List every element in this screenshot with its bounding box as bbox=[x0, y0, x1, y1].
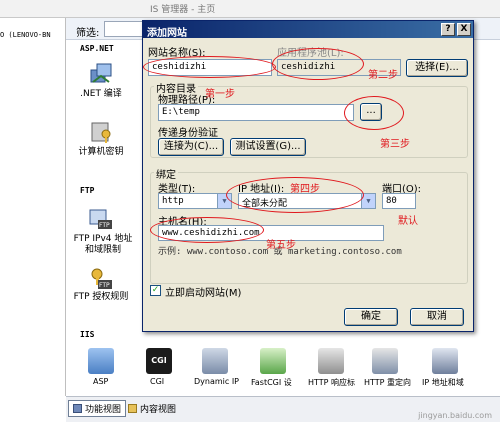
section-ftp: FTP bbox=[80, 186, 95, 195]
dotnet-compile-label: .NET 编译 bbox=[80, 89, 122, 99]
ftp-ipv4-icon[interactable]: FTP bbox=[88, 206, 114, 232]
section-iis: IIS bbox=[80, 330, 95, 339]
asp-icon[interactable] bbox=[88, 348, 114, 374]
svg-text:FTP: FTP bbox=[99, 282, 110, 289]
machine-key-icon[interactable] bbox=[90, 120, 114, 144]
http-redirect-label: HTTP 重定向 bbox=[364, 378, 412, 387]
ftp-ipv4-label: FTP IPv4 地址和域限制 bbox=[73, 234, 133, 255]
annotation-step4: 第四步 bbox=[290, 184, 320, 195]
svg-text:FTP: FTP bbox=[99, 222, 110, 229]
section-aspnet: ASP.NET bbox=[80, 44, 114, 53]
select-app-pool-button[interactable]: 选择(E)... bbox=[406, 59, 468, 77]
http-redirect-icon[interactable] bbox=[372, 348, 398, 374]
start-immediately-label: 立即启动网站(M) bbox=[165, 288, 242, 299]
filter-label: 筛选: bbox=[76, 28, 100, 39]
dynamic-ip-icon[interactable] bbox=[202, 348, 228, 374]
ip-domain-label: IP 地址和域 bbox=[422, 378, 464, 387]
help-button[interactable]: ? bbox=[441, 23, 455, 36]
ftp-authorization-label: FTP 授权规则 bbox=[73, 292, 129, 302]
watermark: jingyan.baidu.com bbox=[418, 411, 492, 420]
ip-domain-icon[interactable] bbox=[432, 348, 458, 374]
tab-content-view[interactable]: 内容视图 bbox=[124, 400, 180, 417]
content-view-icon bbox=[128, 404, 137, 413]
tab-features-view[interactable]: 功能视图 bbox=[68, 400, 127, 417]
annotation-step5: 第五步 bbox=[266, 240, 296, 251]
annotation-step2: 第二步 bbox=[368, 70, 398, 81]
annotation-step3: 第三步 bbox=[380, 139, 410, 150]
http-response-headers-label: HTTP 响应标 bbox=[308, 378, 356, 387]
cancel-button[interactable]: 取消 bbox=[410, 308, 464, 326]
tab-content-view-label: 内容视图 bbox=[140, 405, 177, 415]
tab-features-view-label: 功能视图 bbox=[85, 405, 122, 415]
passthrough-auth-label: 传递身份验证 bbox=[158, 128, 218, 139]
annotation-step1: 第一步 bbox=[205, 89, 235, 100]
annotation-oval-hostname bbox=[150, 217, 264, 243]
connections-tree-pane bbox=[0, 18, 66, 396]
asp-label: ASP bbox=[93, 377, 109, 386]
type-select[interactable]: http ▼ bbox=[158, 193, 232, 209]
http-response-headers-icon[interactable] bbox=[318, 348, 344, 374]
cgi-icon[interactable]: CGI bbox=[146, 348, 172, 374]
annotation-oval-site-name bbox=[143, 56, 276, 78]
machine-key-label: 计算机密钥 bbox=[78, 147, 124, 157]
close-button[interactable]: X bbox=[457, 23, 471, 36]
ok-button[interactable]: 确定 bbox=[344, 308, 398, 326]
annotation-default: 默认 bbox=[398, 216, 418, 227]
filter-input[interactable] bbox=[104, 21, 144, 37]
cgi-label: CGI bbox=[150, 377, 165, 386]
features-view-icon bbox=[73, 404, 82, 413]
window-title-strip: IS 管理器 - 主页 bbox=[0, 0, 500, 18]
tree-node-server[interactable]: O (LENOVO-BN bbox=[0, 31, 51, 39]
dotnet-compile-icon[interactable] bbox=[88, 60, 114, 86]
annotation-oval-app-pool bbox=[272, 48, 364, 80]
fastcgi-icon[interactable] bbox=[260, 348, 286, 374]
annotation-oval-browse bbox=[344, 96, 404, 130]
fastcgi-label: FastCGI 设 bbox=[251, 378, 292, 387]
binding-legend: 绑定 bbox=[154, 166, 178, 181]
start-immediately-checkbox[interactable]: ✓ bbox=[150, 285, 161, 296]
window-title: IS 管理器 - 主页 bbox=[150, 5, 216, 15]
port-input[interactable]: 80 bbox=[382, 193, 416, 209]
type-select-value: http bbox=[162, 196, 184, 206]
ftp-authorization-icon[interactable]: FTP bbox=[88, 265, 114, 291]
connect-as-button[interactable]: 连接为(C)... bbox=[158, 138, 224, 156]
dynamic-ip-label: Dynamic IP bbox=[194, 377, 240, 386]
test-settings-button[interactable]: 测试设置(G)... bbox=[230, 138, 306, 156]
dialog-title: 添加网站 bbox=[143, 21, 473, 39]
physical-path-input[interactable]: E:\temp bbox=[158, 104, 354, 121]
